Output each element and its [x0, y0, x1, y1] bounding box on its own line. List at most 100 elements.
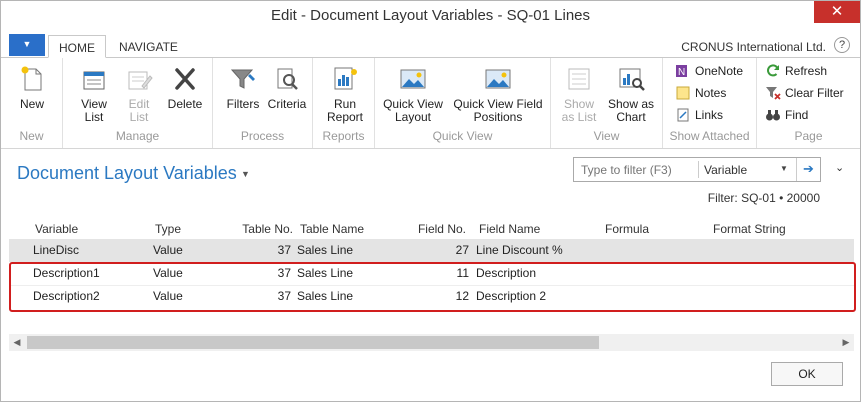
filter-field-dropdown-icon[interactable]: ▼: [780, 164, 788, 173]
qv-layout-label-2: Layout: [394, 110, 432, 124]
ribbon-tabs: ▼ HOME NAVIGATE CRONUS International Ltd…: [1, 32, 860, 58]
column-header-field-name[interactable]: Field Name: [479, 222, 540, 236]
show-chart-label-2: Chart: [616, 110, 646, 124]
filter-go-arrow-icon[interactable]: ➔: [796, 158, 820, 181]
help-icon[interactable]: ?: [834, 37, 850, 53]
group-label-process: Process: [240, 129, 285, 143]
table-row[interactable]: LineDisc Value 37 Sales Line 27 Line Dis…: [9, 239, 854, 262]
quick-view-field-positions-button[interactable]: Quick View Field Positions: [449, 64, 547, 124]
group-page: Refresh Clear Filter Find Page: [757, 58, 860, 148]
show-as-list-button[interactable]: Show as List: [557, 64, 601, 124]
close-button[interactable]: ✕: [814, 1, 860, 23]
cell-field-name: Line Discount %: [476, 243, 563, 257]
cell-field-no: 12: [455, 289, 469, 303]
notes-button[interactable]: Notes: [675, 84, 726, 102]
filter-input[interactable]: [574, 158, 698, 181]
column-header-type[interactable]: Type: [155, 222, 181, 236]
cell-type: Value: [153, 289, 183, 303]
scrollbar-thumb[interactable]: [27, 336, 599, 349]
application-menu-button[interactable]: ▼: [9, 34, 45, 56]
notes-icon: [675, 85, 691, 101]
filters-button[interactable]: Filters: [221, 64, 265, 111]
view-list-icon: [79, 64, 109, 94]
group-label-page: Page: [794, 129, 823, 143]
quick-view-layout-button[interactable]: Quick View Layout: [381, 64, 445, 124]
binoculars-icon: [765, 107, 781, 123]
collapse-chevron-icon[interactable]: ⌄: [835, 161, 844, 174]
show-as-chart-button[interactable]: Show as Chart: [603, 64, 659, 124]
cell-table-no: 37: [277, 243, 291, 257]
scroll-left-arrow-icon[interactable]: ◀: [9, 335, 25, 350]
delete-x-icon: [170, 64, 200, 94]
find-button[interactable]: Find: [765, 106, 808, 124]
edit-list-label-2: List: [129, 110, 149, 124]
delete-button[interactable]: Delete: [163, 64, 207, 111]
list-icon: [564, 64, 594, 94]
cell-type: Value: [153, 243, 183, 257]
run-report-button[interactable]: Run Report: [321, 64, 369, 124]
ok-button[interactable]: OK: [771, 362, 843, 386]
refresh-icon: [765, 63, 781, 79]
cell-field-no: 27: [455, 243, 469, 257]
cell-table-name: Sales Line: [297, 266, 354, 280]
group-label-new: New: [19, 129, 44, 143]
cell-table-no: 37: [277, 289, 291, 303]
group-reports: Run Report Reports: [313, 58, 375, 148]
links-label: Links: [695, 108, 724, 122]
delete-label: Delete: [167, 97, 203, 111]
table-row[interactable]: Description2 Value 37 Sales Line 12 Desc…: [9, 285, 854, 308]
horizontal-scrollbar[interactable]: ◀ ▶: [9, 334, 854, 351]
show-list-label-1: Show: [563, 97, 595, 111]
show-list-label-2: as List: [561, 110, 597, 124]
picture-icon: [398, 64, 428, 94]
show-chart-label-1: Show as: [607, 97, 655, 111]
column-header-field-no[interactable]: Field No.: [403, 222, 466, 236]
cell-variable: Description1: [33, 266, 100, 280]
qv-fields-label-2: Positions: [473, 110, 523, 124]
tab-navigate[interactable]: NAVIGATE: [109, 35, 188, 58]
qv-layout-label-1: Quick View: [383, 97, 443, 111]
column-header-table-no[interactable]: Table No.: [225, 222, 293, 236]
cell-table-name: Sales Line: [297, 243, 354, 257]
edit-list-icon: [124, 64, 154, 94]
clear-filter-icon: [765, 85, 781, 101]
refresh-label: Refresh: [785, 64, 828, 78]
find-label: Find: [785, 108, 809, 122]
window-title: Edit - Document Layout Variables - SQ-01…: [270, 7, 591, 24]
qv-fields-label-1: Quick View Field: [453, 97, 543, 111]
refresh-button[interactable]: Refresh: [765, 62, 827, 80]
edit-window: Edit - Document Layout Variables - SQ-01…: [0, 0, 861, 402]
ribbon: New New View List Edit List Delete Manag…: [1, 57, 860, 149]
filter-separator: [698, 161, 699, 178]
group-label-reports: Reports: [322, 129, 365, 143]
group-quick-view: Quick View Layout Quick View Field Posit…: [375, 58, 551, 148]
links-button[interactable]: Links: [675, 106, 723, 124]
group-view: Show as List Show as Chart View: [551, 58, 663, 148]
column-header-format-string[interactable]: Format String: [713, 222, 786, 236]
report-icon: [330, 64, 360, 94]
title-bar: Edit - Document Layout Variables - SQ-01…: [1, 1, 860, 32]
table-header: Variable Type Table No. Table Name Field…: [9, 217, 854, 241]
filter-field-select[interactable]: Variable: [704, 163, 747, 177]
view-list-label-1: View: [81, 97, 107, 111]
new-button[interactable]: New: [13, 64, 51, 111]
tab-home[interactable]: HOME: [48, 35, 106, 58]
onenote-button[interactable]: N OneNote: [675, 62, 743, 80]
filter-box: Variable ▼ ➔: [573, 157, 821, 182]
clear-filter-button[interactable]: Clear Filter: [765, 84, 844, 102]
column-header-variable[interactable]: Variable: [35, 222, 78, 236]
picture-icon: [483, 64, 513, 94]
title-chevron-down-icon[interactable]: ▼: [241, 169, 250, 179]
criteria-icon: [272, 64, 302, 94]
table-row[interactable]: Description1 Value 37 Sales Line 11 Desc…: [9, 262, 854, 285]
edit-list-button[interactable]: Edit List: [118, 64, 160, 124]
criteria-label: Criteria: [267, 97, 307, 111]
view-list-button[interactable]: View List: [73, 64, 115, 124]
notes-label: Notes: [695, 86, 727, 100]
column-header-table-name[interactable]: Table Name: [300, 222, 364, 236]
run-report-label-2: Report: [326, 110, 364, 124]
column-header-formula[interactable]: Formula: [605, 222, 649, 236]
criteria-button[interactable]: Criteria: [265, 64, 309, 111]
scroll-right-arrow-icon[interactable]: ▶: [838, 335, 854, 350]
links-icon: [675, 107, 691, 123]
